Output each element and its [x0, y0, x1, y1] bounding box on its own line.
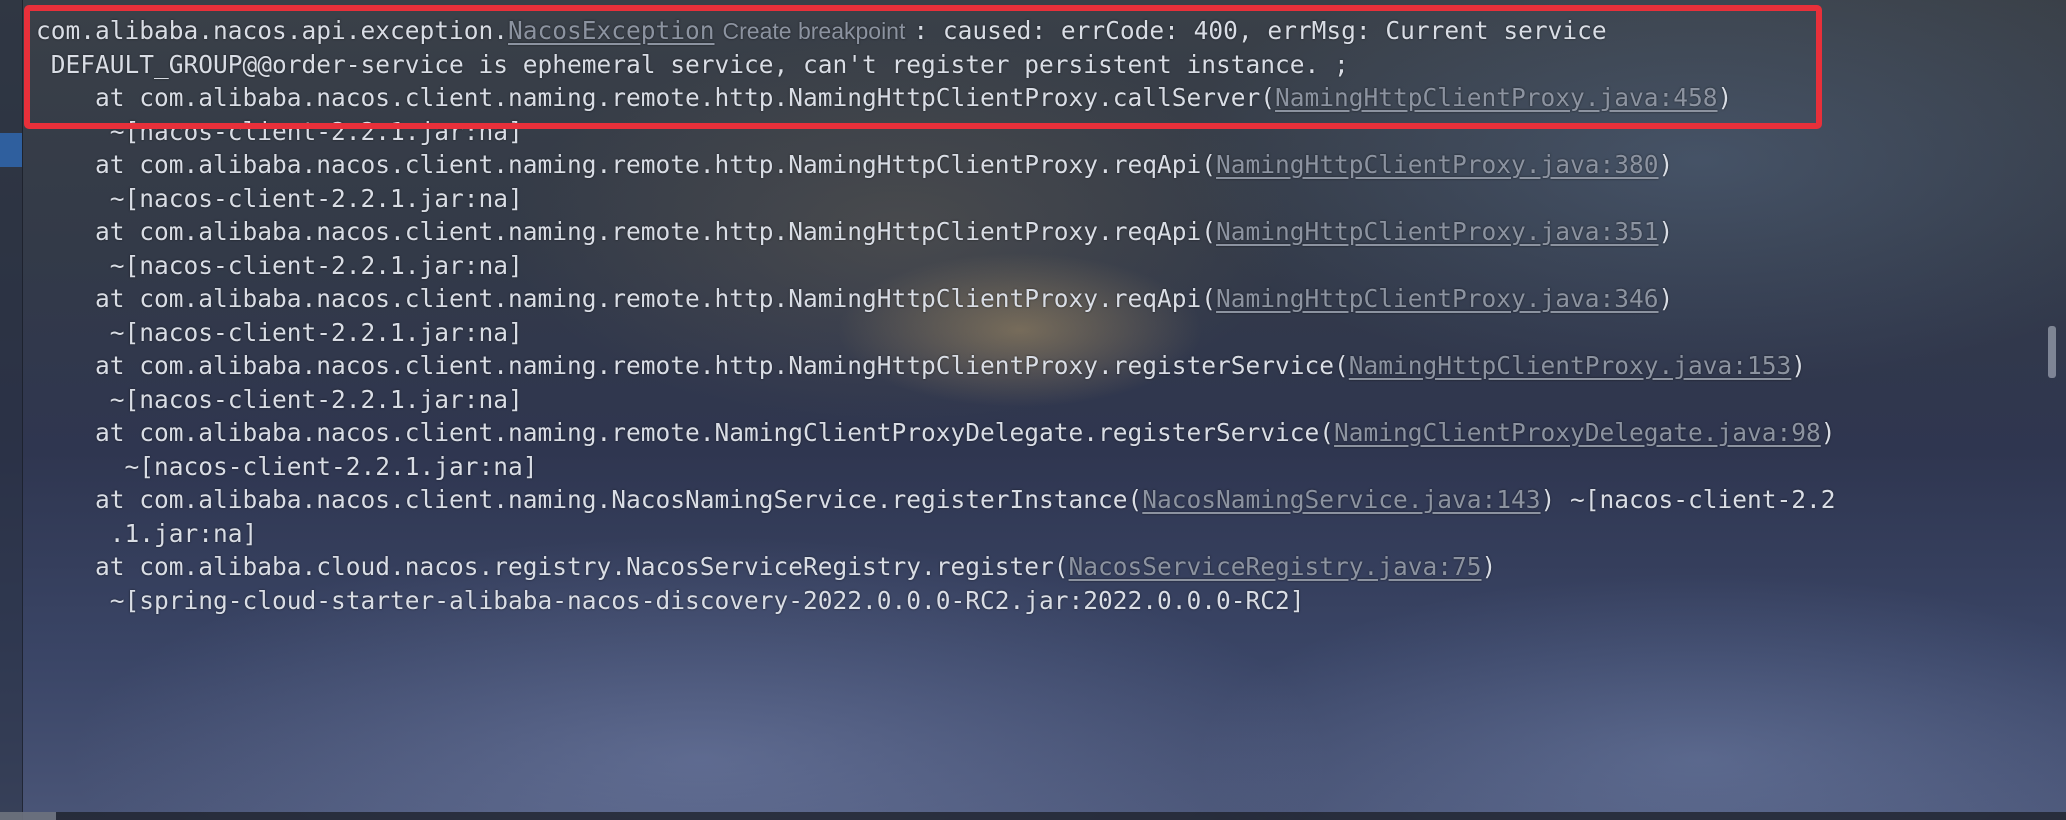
console-line: at com.alibaba.nacos.client.naming.Nacos… — [36, 485, 1836, 515]
error-highlight-box — [24, 5, 1822, 129]
console-text: ) ~[nacos-client-2.2 — [1540, 485, 1836, 514]
console-line: ~[nacos-client-2.2.1.jar:na] — [36, 318, 523, 348]
console-text: ~[nacos-client-2.2.1.jar:na] — [36, 250, 523, 280]
console-text: at com.alibaba.nacos.client.naming.remot… — [36, 150, 1217, 179]
console-line: at com.alibaba.nacos.client.naming.remot… — [36, 418, 1836, 448]
console-text: at com.alibaba.nacos.client.naming.remot… — [36, 351, 1349, 380]
source-link[interactable]: NamingHttpClientProxy.java:351 — [1216, 217, 1659, 246]
console-text: ) — [1481, 552, 1497, 581]
console-text: ~[nacos-client-2.2.1.jar:na] — [36, 451, 538, 481]
console-line: at com.alibaba.nacos.client.naming.remot… — [36, 351, 1806, 381]
console-output: com.alibaba.nacos.api.exception.NacosExc… — [0, 0, 2066, 820]
console-text: at com.alibaba.nacos.client.naming.remot… — [36, 217, 1217, 246]
console-line: ~[nacos-client-2.2.1.jar:na] — [36, 251, 523, 281]
source-link[interactable]: NamingHttpClientProxy.java:153 — [1349, 351, 1792, 380]
gutter-marker — [0, 133, 22, 167]
horizontal-scrollbar-thumb[interactable] — [0, 812, 56, 820]
console-text: ) — [1658, 284, 1674, 313]
console-line: ~[nacos-client-2.2.1.jar:na] — [36, 452, 538, 482]
console-text: ~[nacos-client-2.2.1.jar:na] — [36, 183, 523, 213]
source-link[interactable]: NamingClientProxyDelegate.java:98 — [1334, 418, 1821, 447]
console-text: ~[spring-cloud-starter-alibaba-nacos-dis… — [36, 585, 1305, 615]
console-line: ~[nacos-client-2.2.1.jar:na] — [36, 184, 523, 214]
console-text: at com.alibaba.cloud.nacos.registry.Naco… — [36, 552, 1069, 581]
editor-gutter — [0, 0, 23, 820]
console-line: .1.jar:na] — [36, 518, 258, 549]
console-text: ) — [1791, 351, 1807, 380]
console-text: ) — [1820, 418, 1836, 447]
console-line: ~[spring-cloud-starter-alibaba-nacos-dis… — [36, 586, 1305, 616]
console-line: at com.alibaba.cloud.nacos.registry.Naco… — [36, 552, 1496, 582]
console-text: at com.alibaba.nacos.client.naming.Nacos… — [36, 485, 1143, 514]
console-text: at com.alibaba.nacos.client.naming.remot… — [36, 284, 1217, 313]
source-link[interactable]: NamingHttpClientProxy.java:346 — [1216, 284, 1659, 313]
source-link[interactable]: NacosNamingService.java:143 — [1142, 485, 1540, 514]
source-link[interactable]: NacosServiceRegistry.java:75 — [1069, 552, 1482, 581]
console-line: at com.alibaba.nacos.client.naming.remot… — [36, 150, 1673, 180]
console-text: .1.jar:na] — [36, 518, 258, 548]
console-text: at com.alibaba.nacos.client.naming.remot… — [36, 418, 1335, 447]
console-text: ~[nacos-client-2.2.1.jar:na] — [36, 317, 523, 347]
source-link[interactable]: NamingHttpClientProxy.java:380 — [1216, 150, 1659, 179]
console-line: at com.alibaba.nacos.client.naming.remot… — [36, 284, 1673, 314]
console-line: at com.alibaba.nacos.client.naming.remot… — [36, 217, 1673, 247]
console-text: ) — [1658, 150, 1674, 179]
console-text: ) — [1658, 217, 1674, 246]
vertical-scrollbar[interactable] — [2048, 326, 2056, 378]
horizontal-scrollbar[interactable] — [0, 812, 2066, 820]
console-text: ~[nacos-client-2.2.1.jar:na] — [36, 384, 523, 414]
console-line: ~[nacos-client-2.2.1.jar:na] — [36, 385, 523, 415]
